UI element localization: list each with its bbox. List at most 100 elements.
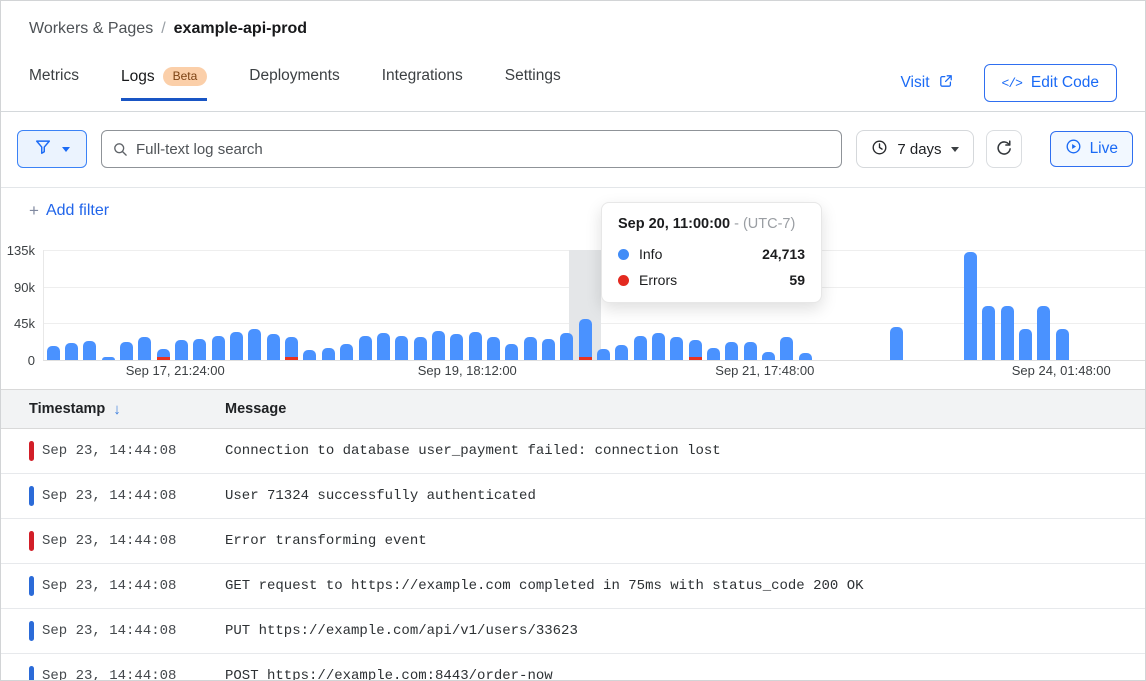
chart-bar-slot[interactable]: [1016, 250, 1034, 360]
chart-bar-slot[interactable]: [136, 250, 154, 360]
x-axis-line: [43, 360, 1145, 361]
info-dot-icon: [618, 249, 629, 260]
time-range-dropdown[interactable]: 7 days: [856, 130, 973, 168]
chart-bar-slot[interactable]: [429, 250, 447, 360]
chart-bar-slot[interactable]: [154, 250, 172, 360]
filter-dropdown-button[interactable]: [17, 130, 87, 168]
table-row[interactable]: Sep 23, 14:44:08 Error transforming even…: [1, 519, 1145, 564]
refresh-icon: [995, 139, 1013, 160]
log-timestamp: Sep 23, 14:44:08: [42, 488, 225, 504]
x-axis-ticks: Sep 17, 21:24:00Sep 19, 18:12:00Sep 21, …: [43, 363, 1145, 381]
tab-integrations[interactable]: Integrations: [382, 60, 463, 97]
table-row[interactable]: Sep 23, 14:44:08 PUT https://example.com…: [1, 609, 1145, 654]
play-circle-icon: [1065, 138, 1082, 160]
chart-bar-slot[interactable]: [374, 250, 392, 360]
tab-metrics[interactable]: Metrics: [29, 60, 79, 97]
chart-bar-slot[interactable]: [851, 250, 869, 360]
refresh-button[interactable]: [986, 130, 1022, 168]
search-input[interactable]: [101, 130, 842, 168]
chart-bar-slot[interactable]: [117, 250, 135, 360]
chart-bar-slot[interactable]: [411, 250, 429, 360]
chart-bar-slot[interactable]: [393, 250, 411, 360]
chart-bar-slot[interactable]: [521, 250, 539, 360]
log-level-indicator: [29, 531, 34, 551]
chart-bar-slot[interactable]: [246, 250, 264, 360]
chart-bar-slot[interactable]: [1090, 250, 1108, 360]
log-level-indicator: [29, 576, 34, 596]
chart-bar-slot[interactable]: [998, 250, 1016, 360]
y-axis-tick: 135k: [1, 243, 35, 258]
chart-bar-slot[interactable]: [227, 250, 245, 360]
log-message: GET request to https://example.com compl…: [225, 578, 864, 594]
table-row[interactable]: Sep 23, 14:44:08 POST https://example.co…: [1, 654, 1145, 681]
chart-bar-slot[interactable]: [466, 250, 484, 360]
column-header-message: Message: [225, 401, 286, 417]
chart-bar-slot[interactable]: [62, 250, 80, 360]
chart-bar-slot[interactable]: [961, 250, 979, 360]
y-axis-tick: 45k: [1, 316, 35, 331]
tooltip-errors-row: Errors 59: [618, 272, 805, 288]
breadcrumb-section[interactable]: Workers & Pages: [29, 20, 153, 38]
errors-dot-icon: [618, 275, 629, 286]
log-table: Timestamp ↓ Message Sep 23, 14:44:08 Con…: [1, 389, 1145, 681]
log-message: PUT https://example.com/api/v1/users/336…: [225, 623, 578, 639]
chart-bar-slot[interactable]: [319, 250, 337, 360]
chart-bar-slot[interactable]: [1035, 250, 1053, 360]
chart-bar-slot[interactable]: [1108, 250, 1126, 360]
chart-bar-slot[interactable]: [980, 250, 998, 360]
visit-link[interactable]: Visit: [901, 73, 954, 94]
log-toolbar: 7 days Live: [1, 112, 1145, 188]
chart-bar-slot[interactable]: [448, 250, 466, 360]
tooltip-info-row: Info 24,713: [618, 246, 805, 262]
chart-bar-slot[interactable]: [869, 250, 887, 360]
tab-settings[interactable]: Settings: [505, 60, 561, 97]
table-row[interactable]: Sep 23, 14:44:08 GET request to https://…: [1, 564, 1145, 609]
workers-logs-page: Workers & Pages / example-api-prod Metri…: [0, 0, 1146, 681]
log-level-indicator: [29, 621, 34, 641]
filter-funnel-icon: [34, 138, 52, 161]
chart-bar-slot[interactable]: [282, 250, 300, 360]
chart-bar-slot[interactable]: [1126, 250, 1144, 360]
chart-bar-slot[interactable]: [943, 250, 961, 360]
chart-bar-slot[interactable]: [1071, 250, 1089, 360]
live-button[interactable]: Live: [1050, 131, 1133, 167]
chart-bar-slot[interactable]: [833, 250, 851, 360]
chart-bar-slot[interactable]: [191, 250, 209, 360]
log-level-indicator: [29, 486, 34, 506]
chart-bar-slot[interactable]: [99, 250, 117, 360]
x-axis-tick: Sep 24, 01:48:00: [1012, 363, 1111, 378]
add-filter-button[interactable]: + Add filter: [29, 201, 109, 221]
chart-bar-slot[interactable]: [1053, 250, 1071, 360]
tab-logs[interactable]: Logs Beta: [121, 60, 207, 101]
breadcrumb-separator: /: [161, 20, 165, 38]
chart-bar-slot[interactable]: [484, 250, 502, 360]
chart-bar-slot[interactable]: [172, 250, 190, 360]
header-actions: Visit </> Edit Code: [901, 60, 1118, 102]
table-row[interactable]: Sep 23, 14:44:08 Connection to database …: [1, 429, 1145, 474]
chart-bar-slot[interactable]: [539, 250, 557, 360]
chart-bar-slot[interactable]: [925, 250, 943, 360]
chart-bar-slot[interactable]: [81, 250, 99, 360]
tab-deployments[interactable]: Deployments: [249, 60, 339, 97]
add-filter-row: + Add filter: [1, 188, 1145, 236]
chart-bar-slot[interactable]: [503, 250, 521, 360]
log-timestamp: Sep 23, 14:44:08: [42, 668, 225, 681]
edit-code-button[interactable]: </> Edit Code: [984, 64, 1117, 102]
chart-bar-slot[interactable]: [356, 250, 374, 360]
column-header-timestamp[interactable]: Timestamp ↓: [29, 401, 225, 418]
chart-bar-slot[interactable]: [301, 250, 319, 360]
table-row[interactable]: Sep 23, 14:44:08 User 71324 successfully…: [1, 474, 1145, 519]
chart-bar-slot[interactable]: [576, 250, 594, 360]
chart-bar-slot[interactable]: [906, 250, 924, 360]
chart-bar-slot[interactable]: [44, 250, 62, 360]
breadcrumb: Workers & Pages / example-api-prod: [1, 1, 1145, 38]
log-timestamp: Sep 23, 14:44:08: [42, 623, 225, 639]
log-timestamp: Sep 23, 14:44:08: [42, 443, 225, 459]
log-level-indicator: [29, 666, 34, 681]
chart-bar-slot[interactable]: [264, 250, 282, 360]
chart-bar-slot[interactable]: [888, 250, 906, 360]
chart-bar-slot[interactable]: [209, 250, 227, 360]
chart-bar-slot[interactable]: [338, 250, 356, 360]
x-axis-tick: Sep 17, 21:24:00: [126, 363, 225, 378]
log-timestamp: Sep 23, 14:44:08: [42, 533, 225, 549]
